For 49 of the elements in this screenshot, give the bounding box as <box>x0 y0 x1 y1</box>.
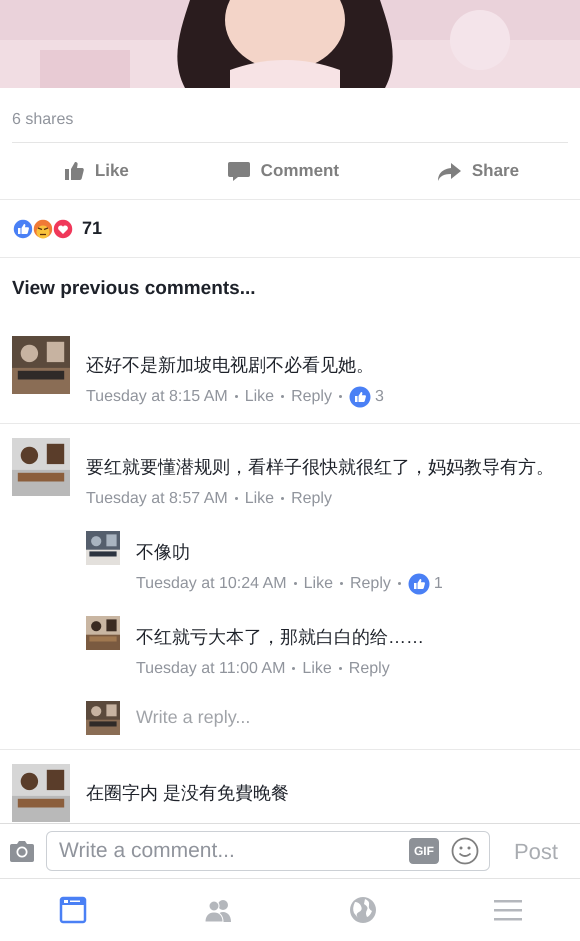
share-button[interactable]: Share <box>430 154 526 188</box>
share-icon <box>436 160 462 182</box>
separator-dot <box>281 497 284 500</box>
like-link[interactable]: Like <box>244 486 274 510</box>
globe-icon <box>348 896 376 924</box>
comment-time: Tuesday at 10:24 AM <box>136 574 287 594</box>
reaction-count[interactable]: 71 <box>82 215 102 242</box>
reply-link[interactable]: Reply <box>350 572 391 596</box>
gif-button[interactable]: GIF <box>408 838 439 864</box>
view-previous-comments-link[interactable]: View previous comments... <box>0 258 580 322</box>
comment-text: 在圈字内 是没有免費晚餐 <box>86 782 290 804</box>
comment-icon <box>226 160 251 182</box>
shares-count[interactable]: 6 shares <box>0 88 580 142</box>
separator-dot <box>234 395 238 398</box>
separator-dot <box>398 582 401 585</box>
like-button[interactable]: Like <box>54 154 135 188</box>
like-badge-icon <box>408 572 430 594</box>
angry-reaction-icon <box>32 218 54 240</box>
love-reaction-icon <box>52 218 74 240</box>
separator-dot <box>292 667 296 670</box>
comment-text: 要红就要懂潜规则，看样子很快就很红了，妈妈教导有方。 <box>86 456 555 478</box>
like-count: 3 <box>374 386 384 406</box>
separator-dot <box>294 582 297 585</box>
reply-link[interactable]: Reply <box>291 486 332 510</box>
reply-text: 不像叻 <box>136 540 191 564</box>
news-feed-icon <box>58 896 86 924</box>
comment-input-field[interactable]: Write a comment... GIF <box>46 831 490 871</box>
comment-time: Tuesday at 11:00 AM <box>136 658 286 678</box>
separator-dot <box>338 667 342 670</box>
smiley-icon[interactable] <box>450 837 479 865</box>
separator-dot <box>234 497 238 500</box>
reply-input-field[interactable]: Write a reply... <box>136 704 396 731</box>
separator-dot <box>338 395 342 398</box>
reply-text: 不红就亏大本了，那就白白的给…… <box>136 626 424 648</box>
comment-time: Tuesday at 8:57 AM <box>86 488 228 508</box>
separator-dot <box>340 582 343 585</box>
like-link[interactable]: Like <box>244 384 274 408</box>
like-reaction-icon <box>12 218 34 240</box>
comment-text: 还好不是新加坡电视剧不必看见她。 <box>86 354 375 376</box>
like-link[interactable]: Like <box>302 656 332 680</box>
comment-button[interactable]: Comment <box>220 154 346 188</box>
camera-icon[interactable] <box>8 839 36 863</box>
comment-time: Tuesday at 8:15 AM <box>86 386 228 406</box>
reply-link[interactable]: Reply <box>348 656 390 680</box>
like-badge-icon <box>348 386 371 408</box>
like-count: 1 <box>434 574 443 594</box>
separator-dot <box>281 395 284 398</box>
reply-link[interactable]: Reply <box>291 384 332 408</box>
like-link[interactable]: Like <box>304 572 333 596</box>
